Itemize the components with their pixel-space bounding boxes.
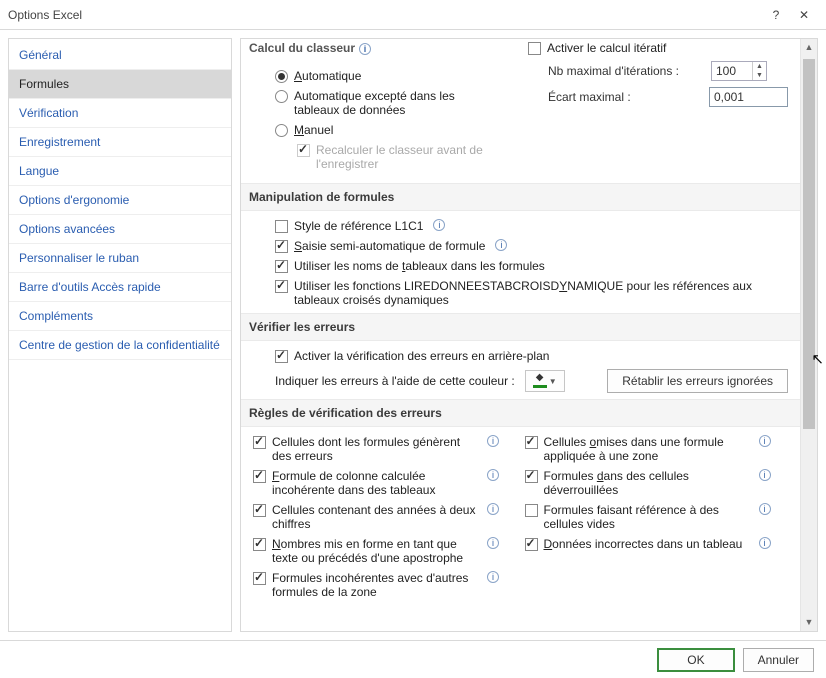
info-icon[interactable]: i — [759, 435, 771, 447]
input-max-iterations[interactable]: 100 ▲▼ — [711, 61, 767, 81]
sidebar-item-verification[interactable]: Vérification — [9, 99, 231, 128]
sidebar-item-formules[interactable]: Formules — [9, 70, 231, 99]
label-max-iterations: Nb maximal d'itérations : — [548, 64, 703, 78]
sidebar-item-trust-center[interactable]: Centre de gestion de la confidentialité — [9, 331, 231, 360]
sidebar-item-ruban[interactable]: Personnaliser le ruban — [9, 244, 231, 273]
close-icon[interactable]: ✕ — [790, 8, 818, 22]
check-rule-number-as-text[interactable] — [253, 538, 266, 551]
check-rule-table-data[interactable] — [525, 538, 538, 551]
check-enable-iterative[interactable] — [528, 42, 541, 55]
info-icon[interactable]: i — [487, 503, 499, 515]
check-rule-two-digit-year[interactable] — [253, 504, 266, 517]
check-autocomplete[interactable] — [275, 240, 288, 253]
fill-color-icon: ◆ — [533, 374, 547, 388]
section-verifier-erreurs: Vérifier les erreurs — [241, 313, 800, 341]
spinner-up-icon[interactable]: ▲ — [752, 62, 766, 71]
section-regles-verification: Règles de vérification des erreurs — [241, 399, 800, 427]
help-icon[interactable]: ? — [762, 8, 790, 22]
sidebar-item-quick-access[interactable]: Barre d'outils Accès rapide — [9, 273, 231, 302]
check-rule-inconsistent[interactable] — [253, 572, 266, 585]
chevron-down-icon: ▼ — [549, 377, 557, 386]
info-icon[interactable]: i — [487, 435, 499, 447]
info-icon[interactable]: i — [759, 503, 771, 515]
check-rule-formula-errors[interactable] — [253, 436, 266, 449]
spinner-down-icon[interactable]: ▼ — [752, 71, 766, 80]
sidebar-item-complements[interactable]: Compléments — [9, 302, 231, 331]
cancel-button[interactable]: Annuler — [743, 648, 814, 672]
section-manipulation-formules: Manipulation de formules — [241, 183, 800, 211]
sidebar-item-ergonomie[interactable]: Options d'ergonomie — [9, 186, 231, 215]
ok-button[interactable]: OK — [657, 648, 734, 672]
scroll-up-icon[interactable]: ▲ — [801, 39, 817, 56]
radio-automatique[interactable] — [275, 70, 288, 83]
input-max-change[interactable]: 0,001 — [709, 87, 788, 107]
check-table-names[interactable] — [275, 260, 288, 273]
info-icon[interactable]: i — [759, 537, 771, 549]
info-icon[interactable]: i — [359, 43, 371, 55]
scroll-thumb[interactable] — [803, 59, 815, 429]
check-rule-omits-cells[interactable] — [525, 436, 538, 449]
check-rule-calc-column[interactable] — [253, 470, 266, 483]
info-icon[interactable]: i — [495, 239, 507, 251]
title-bar: Options Excel ? ✕ — [0, 0, 826, 30]
check-recalc-before-save — [297, 144, 310, 157]
section-calcul-classeur: Calcul du classeuri — [241, 39, 540, 61]
dialog-footer: OK Annuler — [0, 640, 826, 678]
check-background-error[interactable] — [275, 350, 288, 363]
check-rule-empty-refs[interactable] — [525, 504, 538, 517]
info-icon[interactable]: i — [487, 469, 499, 481]
radio-auto-except[interactable] — [275, 90, 288, 103]
radio-manuel[interactable] — [275, 124, 288, 137]
options-content: Calcul du classeuri Automatique Automati… — [241, 39, 800, 631]
sidebar-item-enregistrement[interactable]: Enregistrement — [9, 128, 231, 157]
check-r1c1[interactable] — [275, 220, 288, 233]
sidebar-item-avancees[interactable]: Options avancées — [9, 215, 231, 244]
info-icon[interactable]: i — [487, 537, 499, 549]
error-color-picker[interactable]: ◆ ▼ — [525, 370, 565, 392]
dialog-title: Options Excel — [8, 8, 762, 22]
label-error-color: Indiquer les erreurs à l'aide de cette c… — [275, 374, 515, 388]
sidebar-item-general[interactable]: Général — [9, 41, 231, 70]
sidebar-item-langue[interactable]: Langue — [9, 157, 231, 186]
category-sidebar: Général Formules Vérification Enregistre… — [8, 38, 232, 632]
info-icon[interactable]: i — [433, 219, 445, 231]
vertical-scrollbar[interactable]: ▲ ▼ — [800, 39, 817, 631]
label-max-change: Écart maximal : — [548, 90, 701, 104]
reset-ignored-errors-button[interactable]: Rétablir les erreurs ignorées — [607, 369, 788, 393]
info-icon[interactable]: i — [759, 469, 771, 481]
check-rule-unlocked[interactable] — [525, 470, 538, 483]
scroll-down-icon[interactable]: ▼ — [801, 614, 817, 631]
info-icon[interactable]: i — [487, 571, 499, 583]
check-getpivotdata[interactable] — [275, 280, 288, 293]
